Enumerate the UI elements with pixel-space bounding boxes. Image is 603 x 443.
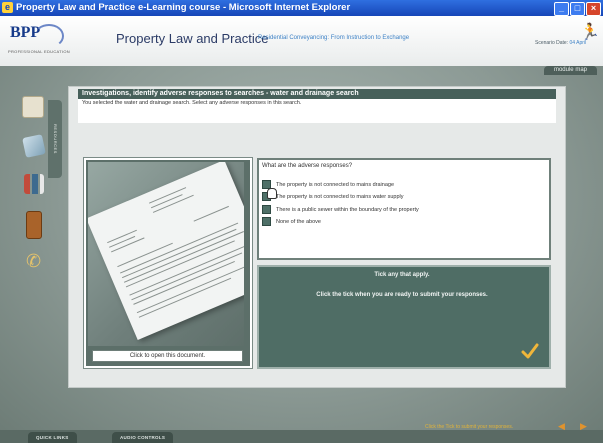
answer-option-label: None of the above <box>276 218 321 225</box>
open-document-button[interactable]: Click to open this document. <box>92 350 243 362</box>
app-header: BPP PROFESSIONAL EDUCATION 🏃 <box>0 16 603 66</box>
maximize-icon[interactable]: □ <box>570 2 585 16</box>
scenario-date-value: 04 April <box>569 40 587 46</box>
resources-tab[interactable]: RESOURCES <box>48 100 62 178</box>
doc-line <box>193 205 229 222</box>
next-arrow-icon[interactable]: ▶ <box>580 421 594 431</box>
answer-option[interactable]: The property is not connected to mains d… <box>262 180 394 189</box>
footer-bar <box>0 430 603 443</box>
scenario-date-label: Scenario Date: <box>535 40 569 46</box>
quick-links-tab[interactable]: QUICK LINKS <box>28 432 77 443</box>
submit-tick-icon[interactable] <box>521 342 539 360</box>
question-prompt: What are the adverse responses? <box>262 163 353 169</box>
feedback-box <box>257 265 551 369</box>
internet-explorer-icon: e <box>2 2 13 13</box>
answer-option[interactable]: None of the above <box>262 217 321 226</box>
book-icon[interactable] <box>26 211 42 239</box>
feedback-line-2: Click the tick when you are ready to sub… <box>316 292 488 298</box>
window-title: Property Law and Practice e-Learning cou… <box>16 2 351 13</box>
logo: BPP PROFESSIONAL EDUCATION <box>8 22 70 60</box>
answer-option[interactable]: There is a public sewer within the bound… <box>262 205 419 214</box>
hand-cursor-icon <box>267 188 277 199</box>
page-subtitle: Residential Conveyancing: From Instructi… <box>258 35 410 41</box>
module-map-button[interactable]: module map <box>543 66 597 75</box>
instruction-title: Investigations, identify adverse respons… <box>78 89 556 99</box>
answer-option-label: The property is not connected to mains w… <box>276 193 404 200</box>
window-title-bar: e Property Law and Practice e-Learning c… <box>0 0 603 16</box>
back-arrow-icon[interactable]: ◀ <box>558 421 572 431</box>
figures-icon[interactable] <box>24 174 44 194</box>
feedback-line-1: Tick any that apply. <box>374 272 430 278</box>
phone-icon[interactable]: ✆ <box>26 251 46 271</box>
checkbox[interactable] <box>262 205 271 214</box>
answer-option-label: The property is not connected to mains d… <box>276 181 395 188</box>
page-title: Property Law and Practice <box>116 31 269 46</box>
logo-swoosh-icon <box>34 24 64 48</box>
audio-controls-tab[interactable]: AUDIO CONTROLS <box>112 432 174 443</box>
document-paper <box>88 162 244 341</box>
checkbox[interactable] <box>262 217 271 226</box>
folder-icon[interactable] <box>22 96 44 118</box>
close-icon[interactable]: × <box>586 2 601 16</box>
scenario-date: Scenario Date: 04 April <box>535 40 586 46</box>
window-controls: _ □ × <box>554 2 601 16</box>
answer-option-label: There is a public sewer within the bound… <box>276 206 419 213</box>
minimize-icon[interactable]: _ <box>554 2 569 16</box>
answer-option[interactable]: The property is not connected to mains w… <box>262 192 403 201</box>
document-image[interactable] <box>88 162 244 346</box>
logo-tagline: PROFESSIONAL EDUCATION <box>8 49 70 54</box>
instruction-bar: Investigations, identify adverse respons… <box>78 89 556 125</box>
submit-hint: Click the Tick to submit your responses. <box>425 424 514 430</box>
instruction-body: You selected the water and drainage sear… <box>78 99 556 123</box>
stack-icon[interactable] <box>22 134 46 158</box>
doc-line <box>121 228 237 279</box>
